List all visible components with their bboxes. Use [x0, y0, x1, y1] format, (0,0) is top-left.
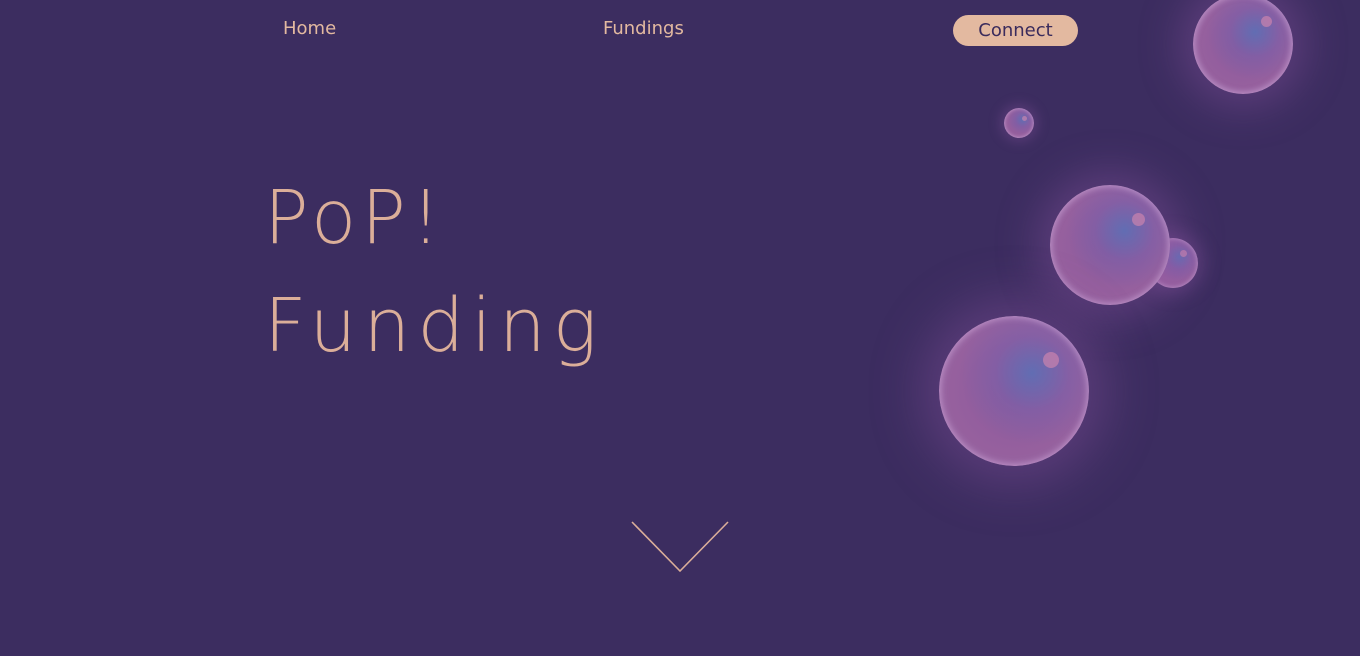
- chevron-down-icon[interactable]: [630, 520, 730, 574]
- nav-fundings-link[interactable]: Fundings: [603, 18, 684, 40]
- bubble-decoration: [1050, 185, 1170, 305]
- bubble-decoration: [1193, 0, 1293, 94]
- hero-title-line-1: PoP!: [264, 176, 446, 260]
- connect-button[interactable]: Connect: [953, 15, 1078, 46]
- nav-home-link[interactable]: Home: [283, 18, 336, 40]
- hero-title-line-2: Funding: [264, 284, 604, 368]
- hero-title-funding: Funding: [264, 283, 605, 369]
- hero-title-pop: PoP!: [264, 175, 446, 261]
- landing-page: Home Fundings Connect PoP! Funding: [0, 0, 1360, 656]
- bubble-decoration: [1004, 108, 1034, 138]
- bubble-decoration: [939, 316, 1089, 466]
